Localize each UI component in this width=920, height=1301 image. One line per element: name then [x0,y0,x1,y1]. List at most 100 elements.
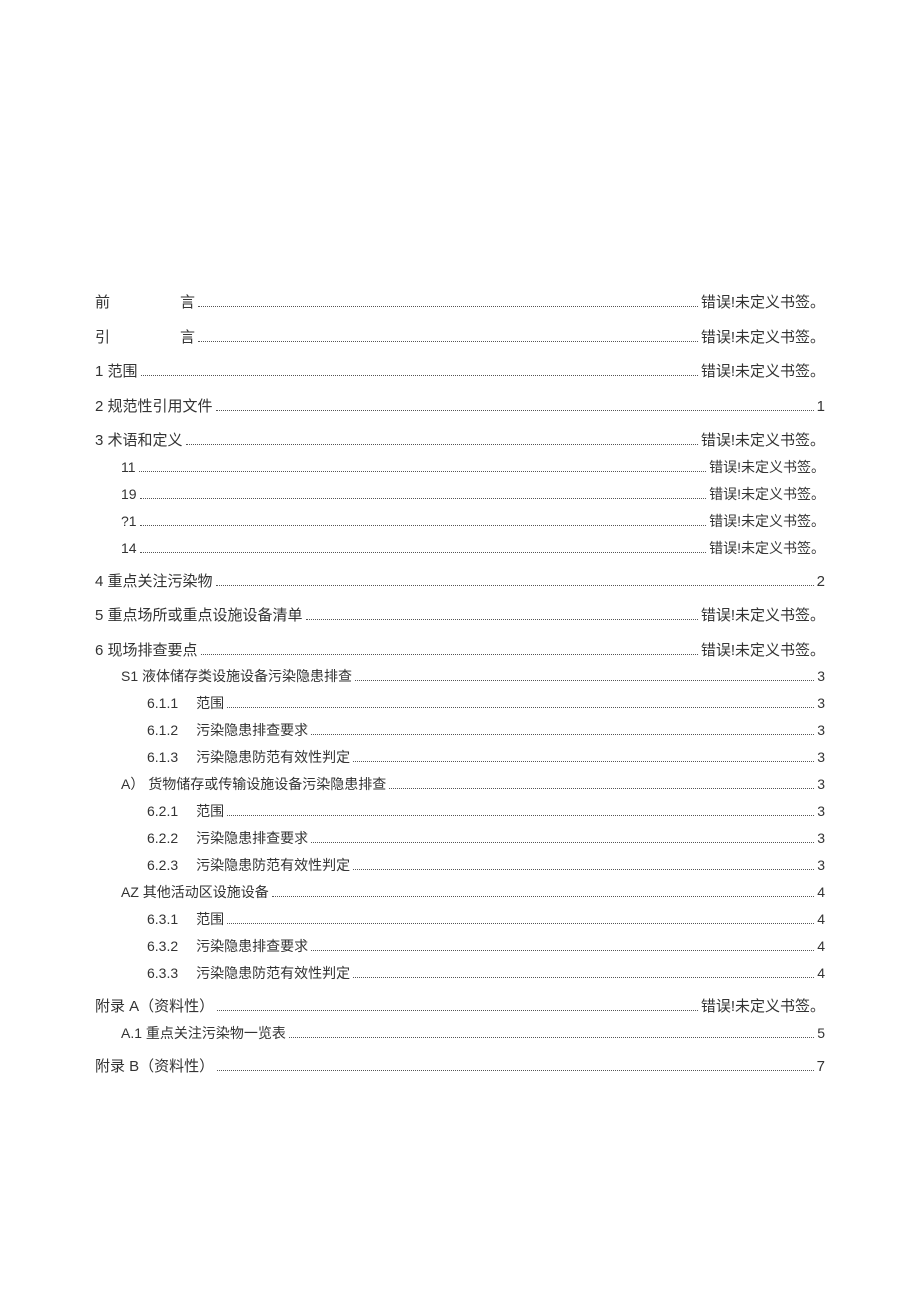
toc-page: 错误!未定义书签。 [701,605,825,628]
toc-entry-sub: 6.2.1 范围 3 [95,801,825,822]
toc-page: 3 [817,720,825,741]
dots [140,498,707,499]
toc-label: AZ 其他活动区设施设备 [121,882,269,903]
dots [272,896,814,897]
toc-page: 错误!未定义书签。 [701,361,825,384]
toc-label: 1 范围 [95,361,138,384]
dots [311,950,814,951]
dots [217,1070,813,1071]
toc-label: 2 规范性引用文件 [95,396,213,419]
toc-num: 6.1.3 [147,747,178,768]
dots [141,375,698,376]
dots [353,869,814,870]
dots [140,552,707,553]
dots [139,471,707,472]
dots [227,815,814,816]
toc-title: 范围 [196,909,224,930]
toc-entry-facilities: 5 重点场所或重点设施设备清单 错误!未定义书签。 [95,605,825,628]
toc-label: 14 [121,538,137,559]
toc-label: 前 [95,292,110,315]
dots [306,619,698,620]
toc-entry-sub: 6.1.3 污染隐患防范有效性判定 3 [95,747,825,768]
dots [311,734,814,735]
toc-page: 错误!未定义书签。 [709,484,825,505]
toc-entry-normative-refs: 2 规范性引用文件 1 [95,396,825,419]
dots [186,444,698,445]
toc-page: 5 [817,1023,825,1044]
toc-page: 3 [817,774,825,795]
toc-page: 7 [817,1056,825,1079]
toc-num: 6.2.2 [147,828,178,849]
toc-entry-sub: 6.3.2 污染隐患排查要求 4 [95,936,825,957]
toc-entry-inspection: 6 现场排查要点 错误!未定义书签。 [95,640,825,663]
toc-entry-sub: 6.3.3 污染隐患防范有效性判定 4 [95,963,825,984]
dots [201,654,698,655]
toc-label: 引 [95,327,110,350]
toc-title: 范围 [196,801,224,822]
dots [353,977,814,978]
toc-title: 污染隐患防范有效性判定 [196,747,350,768]
dots [227,707,814,708]
toc-label: 5 重点场所或重点设施设备清单 [95,605,303,628]
toc-entry-scope: 1 范围 错误!未定义书签。 [95,361,825,384]
toc-num: 6.3.2 [147,936,178,957]
toc-entry-terms: 3 术语和定义 错误!未定义书签。 [95,430,825,453]
toc-entry-terms-sub: 19 错误!未定义书签。 [95,484,825,505]
toc-page: 错误!未定义书签。 [709,511,825,532]
toc-title: 污染隐患防范有效性判定 [196,855,350,876]
toc-page: 错误!未定义书签。 [701,430,825,453]
toc-page: 错误!未定义书签。 [701,292,825,315]
toc-label: 19 [121,484,137,505]
toc-title: 污染隐患防范有效性判定 [196,963,350,984]
toc-title: 言 [180,292,195,315]
toc-label: 6 现场排查要点 [95,640,198,663]
toc-entry-appendix-a: 附录 A（资料性） 错误!未定义书签。 [95,996,825,1019]
toc-entry-appendix-a-sub: A.1 重点关注污染物一览表 5 [95,1023,825,1044]
toc-page: 1 [817,396,825,419]
toc-page: 前 言 错误!未定义书签。 引 言 错误!未定义书签。 1 范围 错误!未定义书… [0,0,920,1132]
toc-page: 3 [817,855,825,876]
toc-num: 6.1.2 [147,720,178,741]
dots [353,761,814,762]
toc-entry-sub: 6.2.2 污染隐患排查要求 3 [95,828,825,849]
dots [198,341,698,342]
dots [289,1037,814,1038]
toc-label: 11 [121,457,136,478]
toc-page: 4 [817,909,825,930]
dots [140,525,707,526]
toc-label: 3 术语和定义 [95,430,183,453]
toc-entry-appendix-b: 附录 B（资料性） 7 [95,1056,825,1079]
toc-label: 附录 B（资料性） [95,1056,214,1079]
dots [311,842,814,843]
toc-page: 3 [817,828,825,849]
dots [216,410,814,411]
toc-page: 4 [817,882,825,903]
dots [227,923,814,924]
toc-page: 3 [817,747,825,768]
toc-num: 6.2.3 [147,855,178,876]
toc-entry-cargo-storage: A） 货物储存或传输设施设备污染隐患排查 3 [95,774,825,795]
toc-page: 3 [817,666,825,687]
toc-title: 污染隐患排查要求 [196,936,308,957]
toc-entry-foreword: 前 言 错误!未定义书签。 [95,292,825,315]
dots [355,680,814,681]
toc-page: 错误!未定义书签。 [701,327,825,350]
toc-num: 6.3.1 [147,909,178,930]
toc-entry-sub: 6.1.2 污染隐患排查要求 3 [95,720,825,741]
toc-title: 污染隐患排查要求 [196,828,308,849]
toc-page: 错误!未定义书签。 [701,996,825,1019]
toc-page: 4 [817,963,825,984]
toc-entry-terms-sub: ?1 错误!未定义书签。 [95,511,825,532]
toc-label: S1 液体储存类设施设备污染隐患排查 [121,666,352,687]
toc-page: 错误!未定义书签。 [709,538,825,559]
toc-entry-terms-sub: 11 错误!未定义书签。 [95,457,825,478]
toc-page: 错误!未定义书签。 [709,457,825,478]
toc-label: 附录 A（资料性） [95,996,214,1019]
toc-entry-other-activity: AZ 其他活动区设施设备 4 [95,882,825,903]
toc-entry-terms-sub: 14 错误!未定义书签。 [95,538,825,559]
toc-page: 2 [817,571,825,594]
toc-page: 错误!未定义书签。 [701,640,825,663]
toc-page: 4 [817,936,825,957]
toc-label: A） 货物储存或传输设施设备污染隐患排查 [121,774,386,795]
toc-label: ?1 [121,511,137,532]
